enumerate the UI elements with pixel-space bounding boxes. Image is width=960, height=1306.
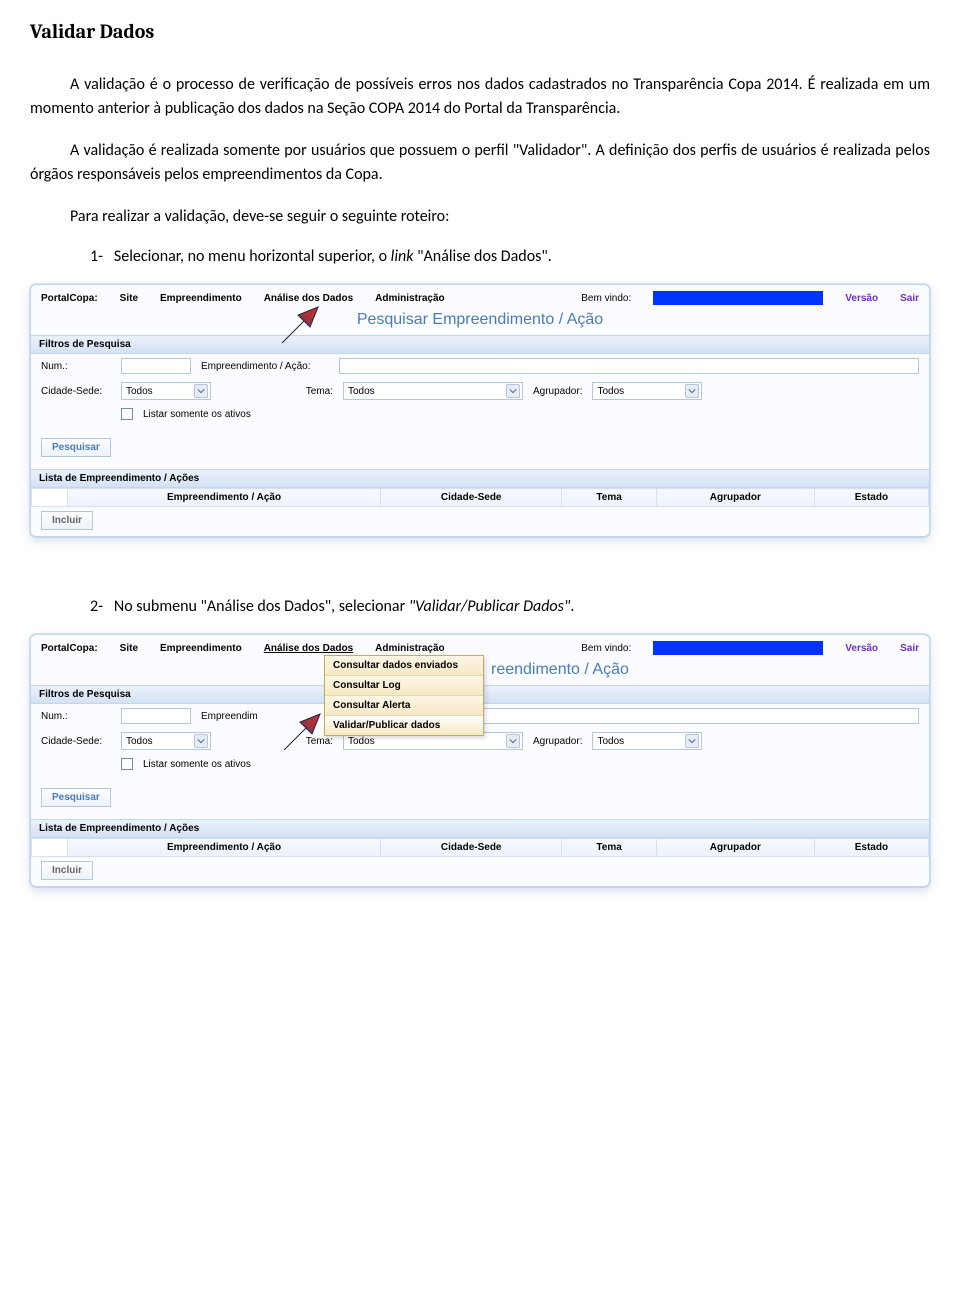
list-header: Lista de Empreendimento / Ações [31, 819, 929, 838]
submenu-validar-publicar-dados[interactable]: Validar/Publicar dados [325, 716, 483, 735]
input-num[interactable] [121, 708, 191, 724]
results-table: Empreendimento / Ação Cidade-Sede Tema A… [31, 488, 929, 507]
chevron-down-icon [506, 384, 520, 398]
step-1: 1- Selecionar, no menu horizontal superi… [90, 247, 930, 266]
checkbox-listar-ativos[interactable] [121, 408, 133, 420]
select-cidade-sede[interactable]: Todos [121, 382, 211, 400]
incluir-button[interactable]: Incluir [41, 861, 93, 880]
brand-label: PortalCopa: [41, 293, 98, 304]
input-num[interactable] [121, 358, 191, 374]
incluir-button[interactable]: Incluir [41, 511, 93, 530]
submenu-consultar-dados-enviados[interactable]: Consultar dados enviados [325, 656, 483, 676]
submenu-analise-dados: Consultar dados enviados Consultar Log C… [324, 655, 484, 736]
col-tema: Tema [562, 489, 657, 507]
screenshot-1: PortalCopa: Site Empreendimento Análise … [30, 284, 930, 537]
chevron-down-icon [685, 734, 699, 748]
select-agrupador[interactable]: Todos [592, 732, 702, 750]
filters-panel: Num.: Empreendimento / Ação: Cidade-Sede… [31, 354, 929, 434]
step-2: 2- No submenu "Análise dos Dados", selec… [90, 597, 930, 616]
chevron-down-icon [194, 734, 208, 748]
label-empreendimento: Empreendimento / Ação: [201, 361, 329, 372]
col-empreendimento: Empreendimento / Ação [68, 839, 381, 857]
select-agrupador[interactable]: Todos [592, 382, 702, 400]
page-heading: Validar Dados [30, 20, 930, 43]
brand-label: PortalCopa: [41, 643, 98, 654]
paragraph-intro-2: A validação é realizada somente por usuá… [30, 139, 930, 187]
label-tema: Tema: [221, 736, 333, 747]
label-tema: Tema: [221, 386, 333, 397]
chevron-down-icon [506, 734, 520, 748]
label-empreendimento-cut: Empreendim [201, 711, 263, 722]
pesquisar-button[interactable]: Pesquisar [41, 438, 111, 457]
user-name-redacted [653, 291, 823, 305]
col-agrupador: Agrupador [656, 839, 814, 857]
screenshot-2: PortalCopa: Site Empreendimento Análise … [30, 634, 930, 887]
page-title: Pesquisar Empreendimento / Ação [31, 309, 929, 335]
menu-empreendimento[interactable]: Empreendimento [160, 643, 242, 654]
label-cidade-sede: Cidade-Sede: [41, 736, 111, 747]
menu-analise-dados[interactable]: Análise dos Dados [264, 643, 353, 654]
paragraph-intro-1: A validação é o processo de verificação … [30, 73, 930, 121]
col-cidade-sede: Cidade-Sede [381, 489, 562, 507]
paragraph-intro-3: Para realizar a validação, deve-se segui… [30, 205, 930, 229]
user-name-redacted [653, 641, 823, 655]
col-agrupador: Agrupador [656, 489, 814, 507]
welcome-label: Bem vindo: [581, 643, 631, 654]
label-listar-ativos: Listar somente os ativos [143, 409, 251, 420]
col-empreendimento: Empreendimento / Ação [68, 489, 381, 507]
menu-administracao[interactable]: Administração [375, 643, 444, 654]
exit-link[interactable]: Sair [900, 643, 919, 654]
version-link[interactable]: Versão [845, 643, 878, 654]
label-num: Num.: [41, 361, 111, 372]
label-listar-ativos: Listar somente os ativos [143, 759, 251, 770]
input-empreendimento[interactable] [339, 358, 919, 374]
submenu-consultar-alerta[interactable]: Consultar Alerta [325, 696, 483, 716]
checkbox-listar-ativos[interactable] [121, 758, 133, 770]
col-estado: Estado [814, 839, 928, 857]
col-cidade-sede: Cidade-Sede [381, 839, 562, 857]
select-cidade-sede[interactable]: Todos [121, 732, 211, 750]
menu-site[interactable]: Site [120, 643, 138, 654]
list-header: Lista de Empreendimento / Ações [31, 469, 929, 488]
filters-header: Filtros de Pesquisa [31, 335, 929, 354]
label-agrupador: Agrupador: [533, 736, 582, 747]
menu-empreendimento[interactable]: Empreendimento [160, 293, 242, 304]
submenu-consultar-log[interactable]: Consultar Log [325, 676, 483, 696]
col-estado: Estado [814, 489, 928, 507]
pesquisar-button[interactable]: Pesquisar [41, 788, 111, 807]
select-tema[interactable]: Todos [343, 382, 523, 400]
version-link[interactable]: Versão [845, 293, 878, 304]
menu-administracao[interactable]: Administração [375, 293, 444, 304]
menu-site[interactable]: Site [120, 293, 138, 304]
col-tema: Tema [562, 839, 657, 857]
chevron-down-icon [685, 384, 699, 398]
label-cidade-sede: Cidade-Sede: [41, 386, 111, 397]
menu-analise-dados[interactable]: Análise dos Dados [264, 293, 353, 304]
chevron-down-icon [194, 384, 208, 398]
welcome-label: Bem vindo: [581, 293, 631, 304]
label-agrupador: Agrupador: [533, 386, 582, 397]
exit-link[interactable]: Sair [900, 293, 919, 304]
top-nav: PortalCopa: Site Empreendimento Análise … [31, 285, 929, 309]
results-table: Empreendimento / Ação Cidade-Sede Tema A… [31, 838, 929, 857]
label-num: Num.: [41, 711, 111, 722]
